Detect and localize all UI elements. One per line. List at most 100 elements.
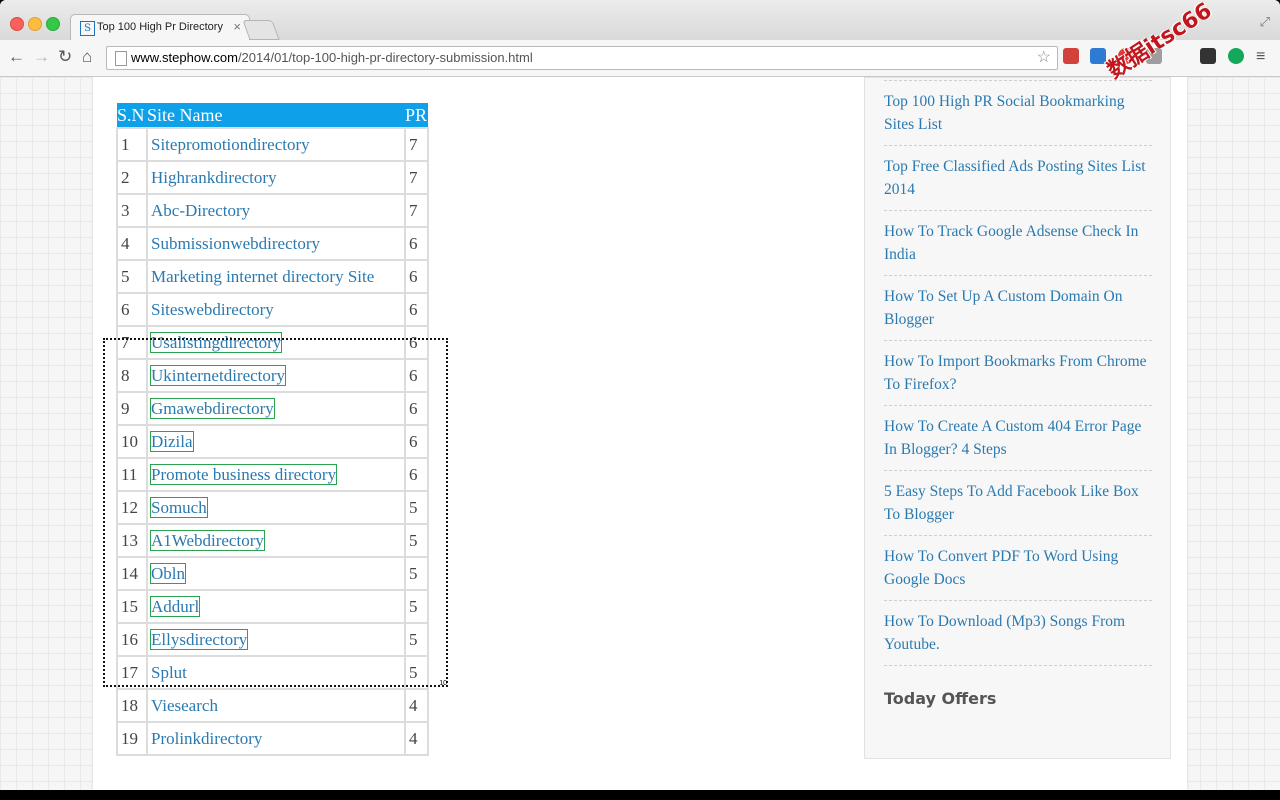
- site-link[interactable]: A1Webdirectory: [150, 529, 265, 551]
- site-link[interactable]: Promote business directory: [149, 463, 338, 485]
- table-row: 16 Ellysdirectory 5: [116, 622, 429, 657]
- table-row: 3 Abc-Directory 7: [116, 193, 429, 228]
- pr-value: 6: [404, 391, 429, 426]
- bookmark-star-icon[interactable]: ☆: [1037, 47, 1051, 67]
- site-name-cell: Ukinternetdirectory: [146, 358, 406, 393]
- table-row: 13 A1Webdirectory 5: [116, 523, 429, 558]
- table-row: 12 Somuch 5: [116, 490, 429, 525]
- site-link[interactable]: Abc-Directory: [151, 201, 250, 220]
- minimize-window-button[interactable]: [28, 17, 42, 31]
- site-link[interactable]: Submissionwebdirectory: [151, 234, 320, 253]
- table-row: 17 Splut 5: [116, 655, 429, 690]
- row-number: 3: [116, 193, 148, 228]
- site-link[interactable]: Ellysdirectory: [149, 628, 249, 650]
- divider: [884, 535, 1152, 536]
- site-name-cell: Sitepromotiondirectory: [146, 127, 406, 162]
- mask-ext-icon[interactable]: [1200, 48, 1216, 64]
- row-number: 14: [116, 556, 148, 591]
- row-number: 2: [116, 160, 148, 195]
- forward-arrow-icon[interactable]: →: [33, 47, 50, 67]
- fullscreen-icon[interactable]: ⤢: [1260, 14, 1270, 30]
- site-link[interactable]: Usalistingdirectory: [149, 331, 283, 353]
- header-pr: PR: [405, 103, 428, 128]
- address-bar[interactable]: www.stephow.com/2014/01/top-100-high-pr-…: [106, 46, 1058, 70]
- hamburger-menu-icon[interactable]: ≡: [1256, 47, 1265, 67]
- site-link[interactable]: Gmawebdirectory: [150, 397, 275, 419]
- sidebar-link[interactable]: How To Convert PDF To Word Using Google …: [884, 545, 1154, 591]
- page-viewport: S.N Site Name PR 1 Sitepromotiondirectory…: [0, 77, 1280, 790]
- sidebar-link[interactable]: Top 100 High PR Social Bookmarking Sites…: [884, 90, 1154, 136]
- sidebar-link[interactable]: How To Track Google Adsense Check In Ind…: [884, 220, 1154, 266]
- tab-title: Top 100 High Pr Directory: [97, 21, 223, 33]
- header-sn: S.N: [117, 103, 147, 128]
- row-number: 15: [116, 589, 148, 624]
- header-site-name: Site Name: [147, 103, 405, 128]
- table-row: 19 Prolinkdirectory 4: [116, 721, 429, 756]
- sidebar-link[interactable]: How To Download (Mp3) Songs From Youtube…: [884, 610, 1154, 656]
- new-tab-button[interactable]: [242, 20, 280, 40]
- site-link[interactable]: Sitepromotiondirectory: [151, 135, 310, 154]
- row-number: 7: [116, 325, 148, 360]
- pr-value: 4: [404, 721, 429, 756]
- sidebar-link[interactable]: Top Free Classified Ads Posting Sites Li…: [884, 155, 1154, 201]
- pr-value: 6: [404, 259, 429, 294]
- pr-value: 5: [404, 490, 429, 525]
- site-link[interactable]: Splut: [151, 663, 187, 682]
- pr-value: 7: [404, 127, 429, 162]
- sidebar-link[interactable]: How To Create A Custom 404 Error Page In…: [884, 415, 1154, 461]
- site-name-cell: A1Webdirectory: [146, 523, 406, 558]
- pr-value: 6: [404, 424, 429, 459]
- site-link[interactable]: Ukinternetdirectory: [149, 364, 287, 386]
- row-number: 5: [116, 259, 148, 294]
- table-row: 9 Gmawebdirectory 6: [116, 391, 429, 426]
- site-name-cell: Prolinkdirectory: [146, 721, 406, 756]
- maximize-window-button[interactable]: [46, 17, 60, 31]
- home-icon[interactable]: ⌂: [82, 47, 92, 67]
- site-link[interactable]: Somuch: [150, 496, 208, 518]
- close-window-button[interactable]: [10, 17, 24, 31]
- site-link[interactable]: Siteswebdirectory: [151, 300, 274, 319]
- close-tab-icon[interactable]: ×: [233, 19, 241, 34]
- row-number: 1: [116, 127, 148, 162]
- pr-value: 5: [404, 523, 429, 558]
- site-name-cell: Gmawebdirectory: [146, 391, 406, 426]
- pr-value: 7: [404, 193, 429, 228]
- pr-value: 5: [404, 589, 429, 624]
- browser-tab[interactable]: S Top 100 High Pr Directory ×: [70, 14, 250, 41]
- row-number: 10: [116, 424, 148, 459]
- pr-value: 4: [404, 688, 429, 723]
- site-link[interactable]: Marketing internet directory Site: [151, 267, 374, 286]
- table-row: 18 Viesearch 4: [116, 688, 429, 723]
- divider: [884, 80, 1152, 81]
- sidebar-link[interactable]: 5 Easy Steps To Add Facebook Like Box To…: [884, 480, 1154, 526]
- site-name-cell: Addurl: [146, 589, 406, 624]
- bookmark-ext-icon[interactable]: [1063, 48, 1079, 64]
- reload-icon[interactable]: ↻: [58, 47, 72, 67]
- site-link[interactable]: Viesearch: [151, 696, 218, 715]
- sidebar-link[interactable]: How To Set Up A Custom Domain On Blogger: [884, 285, 1154, 331]
- pr-value: 6: [404, 292, 429, 327]
- pr-value: 6: [404, 358, 429, 393]
- site-link[interactable]: Addurl: [149, 595, 201, 617]
- site-name-cell: Siteswebdirectory: [146, 292, 406, 327]
- sidebar-link[interactable]: How To Import Bookmarks From Chrome To F…: [884, 350, 1154, 396]
- table-row: 7 Usalistingdirectory 6: [116, 325, 429, 360]
- site-name-cell: Ellysdirectory: [146, 622, 406, 657]
- divider: [884, 275, 1152, 276]
- favicon-icon: S: [80, 21, 95, 36]
- divider: [884, 665, 1152, 666]
- site-link[interactable]: Highrankdirectory: [151, 168, 277, 187]
- back-arrow-icon[interactable]: ←: [8, 47, 25, 67]
- table-row: 1 Sitepromotiondirectory 7: [116, 127, 429, 162]
- k-ext-icon[interactable]: [1228, 48, 1244, 64]
- sidebar-recent-posts: Top 100 High PR Social Bookmarking Sites…: [864, 77, 1171, 759]
- row-number: 6: [116, 292, 148, 327]
- divider: [884, 340, 1152, 341]
- site-link[interactable]: Prolinkdirectory: [151, 729, 262, 748]
- site-link[interactable]: Dizila: [150, 430, 194, 452]
- site-link[interactable]: Obln: [150, 562, 186, 584]
- row-number: 18: [116, 688, 148, 723]
- pr-value: 6: [404, 325, 429, 360]
- row-number: 8: [116, 358, 148, 393]
- site-name-cell: Obln: [146, 556, 406, 591]
